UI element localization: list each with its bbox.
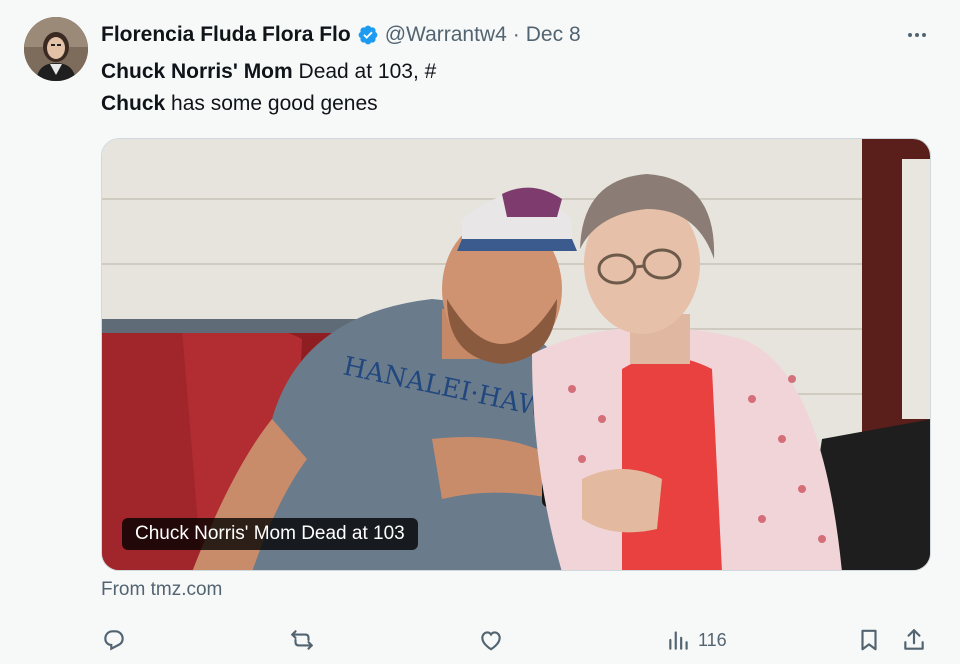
avatar[interactable] <box>24 17 88 81</box>
like-button[interactable] <box>478 622 504 658</box>
media-caption: Chuck Norris' Mom Dead at 103 <box>122 518 418 550</box>
views-button[interactable]: 116 <box>666 622 727 658</box>
tweet-text-line-2: Chuck has some good genes <box>101 88 921 120</box>
verified-badge-icon <box>357 24 379 46</box>
tweet-text-rest-1: Dead at 103, # <box>292 60 437 83</box>
action-bar: 116 <box>101 622 941 658</box>
reply-button[interactable] <box>101 622 127 658</box>
share-icon <box>904 629 924 650</box>
tweet-date[interactable]: Dec 8 <box>526 23 581 47</box>
views-icon <box>669 631 688 650</box>
views-count: 116 <box>698 629 727 650</box>
bookmark-icon <box>861 629 877 651</box>
share-button[interactable] <box>901 622 927 658</box>
media-card[interactable]: HANALEI·HAW Chuck Norris' Mom Dead at 10… <box>101 138 931 571</box>
link-source[interactable]: From tmz.com <box>101 579 222 601</box>
tweet-header: Florencia Fluda Flora Flo @Warrantw4 · D… <box>101 20 901 50</box>
tweet-text-bold-1: Chuck Norris' Mom <box>101 60 293 83</box>
retweet-icon <box>291 630 313 650</box>
avatar-image <box>24 17 88 81</box>
tweet-text: Chuck Norris' Mom Dead at 103, # Chuck h… <box>101 56 921 120</box>
tweet-text-rest-2: has some good genes <box>165 92 378 115</box>
tweet-text-line-1: Chuck Norris' Mom Dead at 103, # <box>101 56 921 88</box>
reply-icon <box>104 630 124 651</box>
tweet-text-bold-2: Chuck <box>101 92 166 115</box>
retweet-button[interactable] <box>289 622 315 658</box>
like-icon <box>481 631 501 651</box>
handle[interactable]: @Warrantw4 <box>385 23 507 47</box>
more-dots-icon[interactable] <box>902 20 932 50</box>
bookmark-button[interactable] <box>856 622 882 658</box>
media-photo: HANALEI·HAW <box>102 139 930 570</box>
separator-dot: · <box>512 23 520 46</box>
display-name[interactable]: Florencia Fluda Flora Flo <box>101 23 351 47</box>
